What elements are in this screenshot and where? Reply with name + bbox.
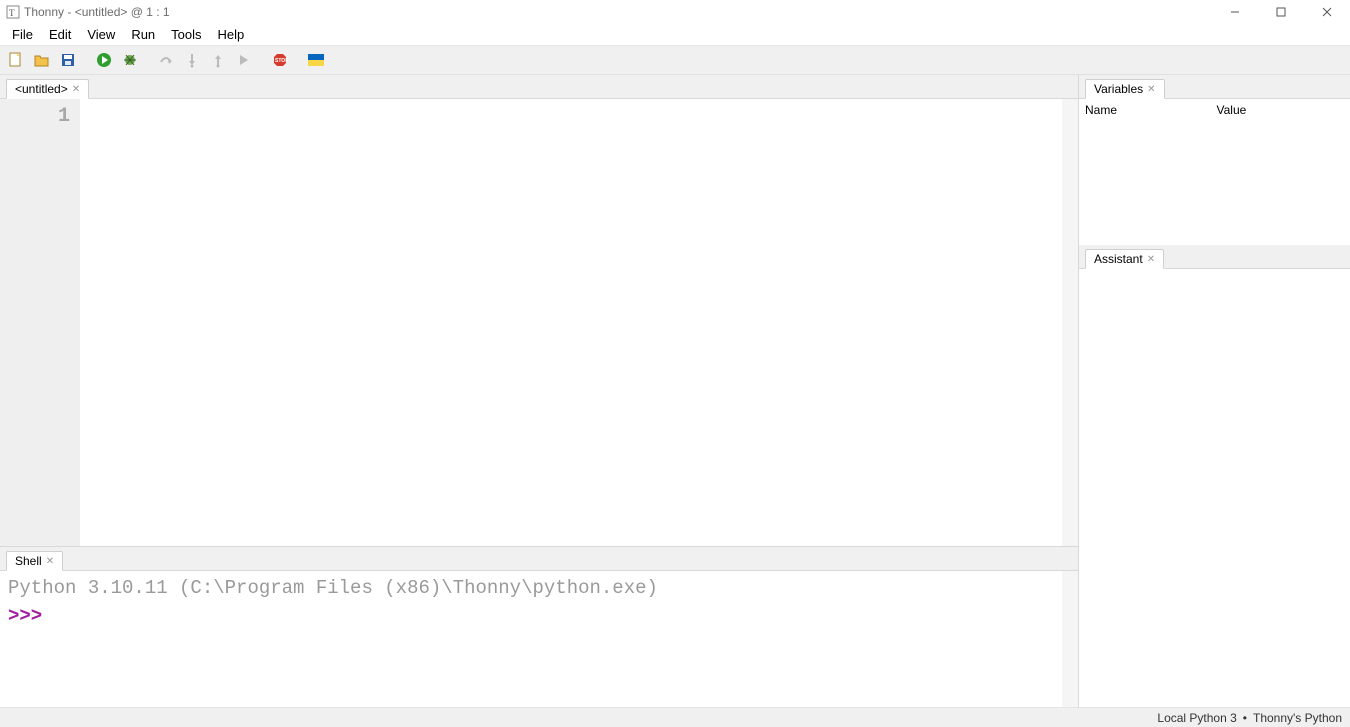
assistant-tabrow: Assistant ✕ (1079, 245, 1350, 269)
window-title: Thonny - <untitled> @ 1 : 1 (24, 5, 170, 19)
assistant-tab[interactable]: Assistant ✕ (1085, 249, 1164, 269)
save-file-icon[interactable] (58, 50, 78, 70)
editor-tabrow: <untitled> ✕ (0, 75, 1078, 99)
shell-version-line: Python 3.10.11 (C:\Program Files (x86)\T… (8, 577, 1070, 599)
line-number: 1 (0, 105, 70, 128)
step-out-icon[interactable] (208, 50, 228, 70)
shell-output[interactable]: Python 3.10.11 (C:\Program Files (x86)\T… (0, 571, 1078, 707)
run-icon[interactable] (94, 50, 114, 70)
maximize-button[interactable] (1258, 0, 1304, 23)
editor-tab[interactable]: <untitled> ✕ (6, 79, 89, 99)
shell-scrollbar[interactable] (1062, 571, 1078, 707)
close-assistant-icon[interactable]: ✕ (1147, 254, 1155, 265)
menu-file[interactable]: File (4, 25, 41, 44)
menu-edit[interactable]: Edit (41, 25, 79, 44)
title-bar: T Thonny - <untitled> @ 1 : 1 (0, 0, 1350, 23)
assistant-body[interactable] (1079, 269, 1350, 707)
step-over-icon[interactable] (156, 50, 176, 70)
variables-panel: Variables ✕ Name Value (1079, 75, 1350, 245)
close-variables-icon[interactable]: ✕ (1147, 84, 1155, 95)
assistant-panel: Assistant ✕ (1079, 245, 1350, 707)
status-sep: • (1243, 711, 1247, 725)
assistant-tab-label: Assistant (1094, 252, 1143, 266)
new-file-icon[interactable] (6, 50, 26, 70)
variables-tab[interactable]: Variables ✕ (1085, 79, 1165, 99)
menu-bar: File Edit View Run Tools Help (0, 23, 1350, 45)
open-file-icon[interactable] (32, 50, 52, 70)
stop-icon[interactable]: STOP (270, 50, 290, 70)
shell-tab[interactable]: Shell ✕ (6, 551, 63, 571)
code-editor[interactable] (80, 99, 1078, 546)
app-logo-icon: T (6, 5, 20, 19)
status-interpreter[interactable]: Local Python 3 (1157, 711, 1236, 725)
variables-body[interactable] (1079, 121, 1350, 245)
variables-col-value: Value (1217, 103, 1345, 117)
step-into-icon[interactable] (182, 50, 202, 70)
menu-tools[interactable]: Tools (163, 25, 209, 44)
close-button[interactable] (1304, 0, 1350, 23)
status-detail[interactable]: Thonny's Python (1253, 711, 1342, 725)
svg-text:T: T (9, 8, 15, 18)
minimize-button[interactable] (1212, 0, 1258, 23)
resume-icon[interactable] (234, 50, 254, 70)
editor-area: 1 (0, 99, 1078, 547)
shell-tabrow: Shell ✕ (0, 547, 1078, 571)
toolbar: STOP (0, 45, 1350, 75)
editor-scrollbar[interactable] (1062, 99, 1078, 546)
debug-icon[interactable] (120, 50, 140, 70)
variables-tab-label: Variables (1094, 82, 1143, 96)
editor-tab-label: <untitled> (15, 82, 68, 96)
menu-run[interactable]: Run (123, 25, 163, 44)
shell-panel: Shell ✕ Python 3.10.11 (C:\Program Files… (0, 547, 1078, 707)
menu-help[interactable]: Help (210, 25, 253, 44)
close-shell-icon[interactable]: ✕ (46, 556, 54, 567)
shell-prompt: >>> (8, 605, 1070, 627)
menu-view[interactable]: View (79, 25, 123, 44)
variables-header: Name Value (1079, 99, 1350, 121)
shell-tab-label: Shell (15, 554, 42, 568)
flag-icon[interactable] (306, 50, 326, 70)
right-pane: Variables ✕ Name Value Assistant ✕ (1078, 75, 1350, 707)
main-area: <untitled> ✕ 1 Shell ✕ Python 3.10.11 (C… (0, 75, 1350, 707)
svg-text:STOP: STOP (275, 58, 288, 64)
variables-col-name: Name (1085, 103, 1213, 117)
variables-tabrow: Variables ✕ (1079, 75, 1350, 99)
close-tab-icon[interactable]: ✕ (72, 84, 80, 95)
editor-gutter: 1 (0, 99, 80, 546)
left-pane: <untitled> ✕ 1 Shell ✕ Python 3.10.11 (C… (0, 75, 1078, 707)
status-bar: Local Python 3 • Thonny's Python (0, 707, 1350, 727)
